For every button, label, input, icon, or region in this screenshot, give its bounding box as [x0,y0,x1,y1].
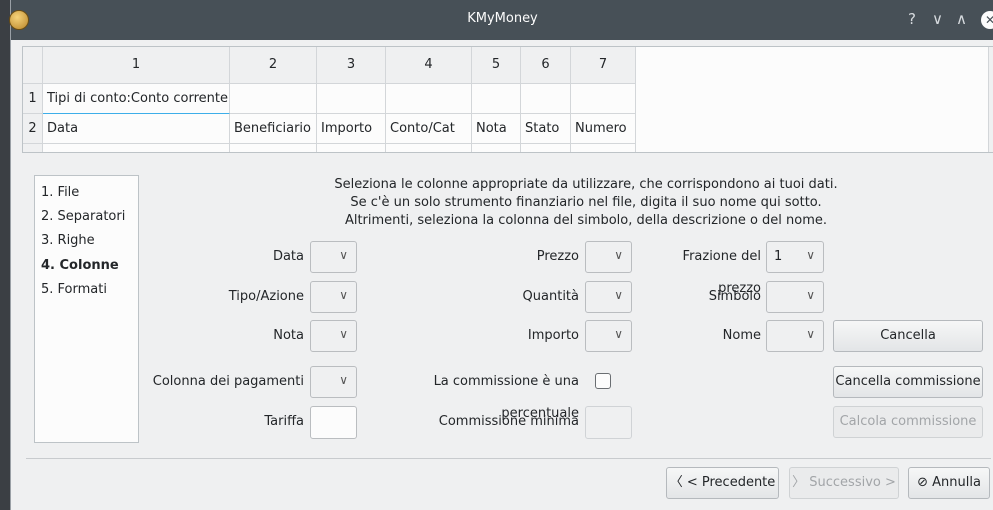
commissione-minima-input[interactable] [585,406,632,439]
nota-combo[interactable]: ∨ [310,320,357,352]
importo-label: Importo [527,328,579,343]
annulla-button[interactable]: ⊘ Annulla [908,467,990,499]
table-cell[interactable]: Stato [521,114,571,144]
row-number [23,144,43,152]
table-cell[interactable] [472,84,521,114]
table-cell[interactable] [317,144,386,152]
nome-label: Nome [722,328,761,343]
cancella-button[interactable]: Cancella [833,320,983,352]
chevron-down-icon: ∨ [806,327,815,341]
successivo-button[interactable]: 〉 Successivo > [789,467,899,499]
column-header[interactable]: 2 [230,47,317,84]
nota-label: Nota [273,328,304,343]
data-label: Data [272,249,304,264]
nome-combo[interactable]: ∨ [766,320,824,352]
help-icon[interactable]: ? [908,10,916,28]
table-cell[interactable] [386,84,472,114]
table-cell[interactable] [317,84,386,114]
tipo-azione-combo[interactable]: ∨ [310,281,357,313]
csv-preview-table[interactable]: 1 2 3 4 5 6 7 1 Tipi di conto:Conto corr… [22,46,993,153]
step-formati: 5. Formati [41,282,107,297]
vertical-scrollbar[interactable] [988,47,993,152]
tariffa-label: Tariffa [264,414,304,429]
chevron-down-icon: ∨ [614,248,623,262]
commissione-minima-label: Commissione minima [438,414,579,429]
wizard-steps-panel: 1. File 2. Separatori 3. Righe 4. Colonn… [34,175,139,443]
table-cell[interactable] [521,84,571,114]
precedente-button[interactable]: 〈 < Precedente [666,467,779,499]
table-cell[interactable] [230,84,317,114]
step-separatori: 2. Separatori [41,209,126,224]
row-number: 1 [23,84,43,114]
intro-line-2: Se c'è un solo strumento finanziario nel… [350,195,822,210]
simbolo-combo[interactable]: ∨ [766,281,824,313]
chevron-right-icon: 〉 [792,475,806,490]
cancel-icon: ⊘ [917,475,928,490]
precedente-label: < Precedente [686,475,776,490]
column-header[interactable]: 4 [386,47,472,84]
window-title: KMyMoney [467,11,538,26]
chevron-down-icon: ∨ [614,327,623,341]
prezzo-label: Prezzo [536,249,579,264]
close-icon[interactable]: ✕ [981,11,993,29]
chevron-left-icon: 〈 [669,475,683,490]
commissione-percentuale-checkbox[interactable] [595,373,611,389]
column-header[interactable]: 5 [472,47,521,84]
intro-line-1: Seleziona le colonne appropriate da util… [334,177,838,192]
minimize-icon[interactable]: ∨ [932,10,943,28]
chevron-down-icon: ∨ [339,373,348,387]
table-cell[interactable]: Tipi di conto:Conto corrente [43,84,230,114]
table-cell[interactable]: Nota [472,114,521,144]
column-header[interactable]: 1 [43,47,230,84]
table-cell[interactable] [43,144,230,152]
table-cell[interactable] [386,144,472,152]
step-file: 1. File [41,185,80,200]
row-number: 2 [23,114,43,144]
table-cell[interactable]: Beneficiario [230,114,317,144]
calcola-commissione-button[interactable]: Calcola commissione [833,406,983,438]
chevron-down-icon: ∨ [339,288,348,302]
quantita-combo[interactable]: ∨ [585,281,632,313]
chevron-down-icon: ∨ [614,288,623,302]
colonna-pagamenti-combo[interactable]: ∨ [310,366,357,398]
data-column-combo[interactable]: ∨ [310,241,357,273]
quantita-label: Quantità [522,289,579,304]
table-cell[interactable] [230,144,317,152]
chevron-down-icon: ∨ [339,248,348,262]
column-header[interactable]: 7 [571,47,636,84]
frazione-prezzo-value: 1 [774,249,783,264]
chevron-down-icon: ∨ [806,288,815,302]
title-bar: KMyMoney ? ∨ ∧ ✕ [9,0,993,40]
successivo-label: Successivo > [809,475,896,490]
prezzo-column-combo[interactable]: ∨ [585,241,632,273]
step-righe: 3. Righe [41,233,95,248]
table-cell[interactable] [472,144,521,152]
step-colonne: 4. Colonne [41,258,119,273]
corner-cell [23,47,43,84]
table-cell[interactable] [571,144,636,152]
colonna-pagamenti-label: Colonna dei pagamenti [152,374,304,389]
chevron-down-icon: ∨ [806,248,815,262]
tipo-azione-label: Tipo/Azione [228,289,304,304]
chevron-down-icon: ∨ [339,327,348,341]
maximize-icon[interactable]: ∧ [956,10,967,28]
wizard-window: KMyMoney ? ∨ ∧ ✕ 1 2 3 4 5 6 7 1 Tipi di… [9,0,993,510]
frazione-prezzo-combo[interactable]: 1 ∨ [766,241,824,273]
importo-combo[interactable]: ∨ [585,320,632,352]
column-header[interactable]: 6 [521,47,571,84]
table-cell[interactable]: Importo [317,114,386,144]
table-cell[interactable]: Numero [571,114,636,144]
cancella-commissione-button[interactable]: Cancella commissione [833,366,983,398]
separator [26,458,991,459]
column-header[interactable]: 3 [317,47,386,84]
table-cell[interactable]: Data [43,114,230,144]
table-cell[interactable]: Conto/Cat [386,114,472,144]
table-cell[interactable] [571,84,636,114]
tariffa-input[interactable] [310,406,357,439]
simbolo-label: Simbolo [708,289,761,304]
annulla-label: Annulla [932,475,981,490]
intro-line-3: Altrimenti, seleziona la colonna del sim… [344,213,828,228]
table-cell[interactable] [521,144,571,152]
